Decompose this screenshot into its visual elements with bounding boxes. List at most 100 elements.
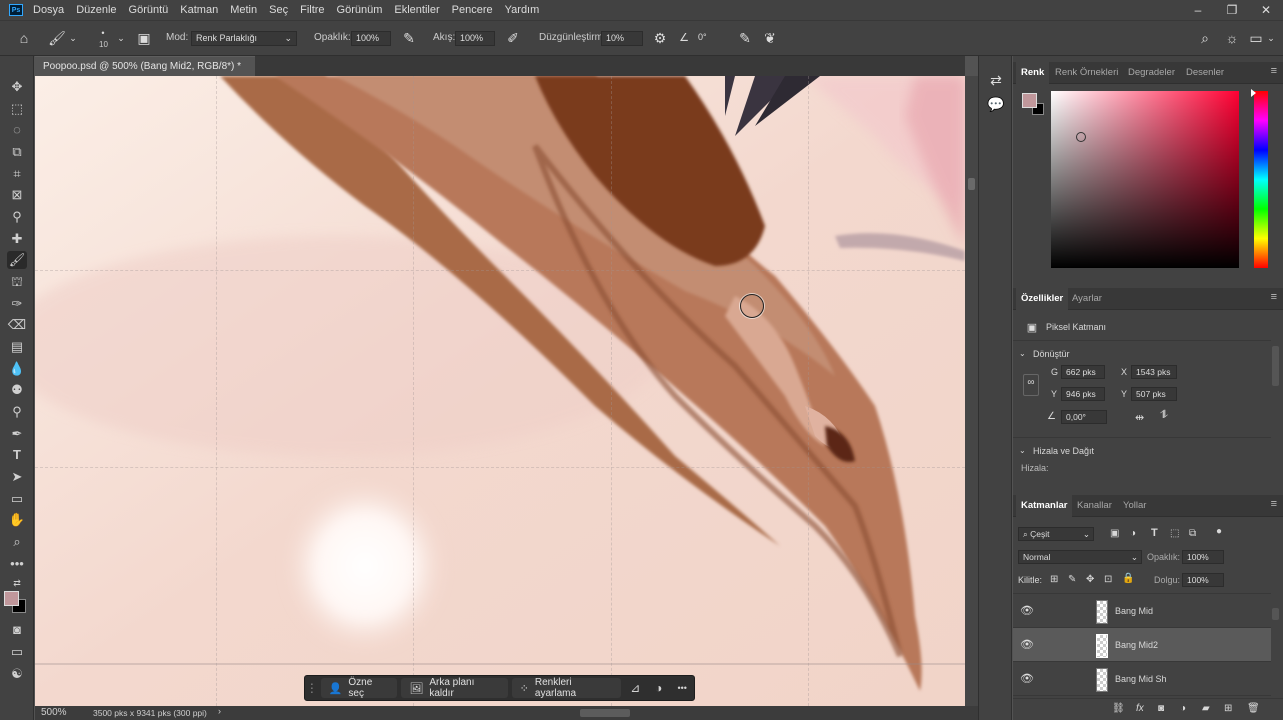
width-field[interactable]: 662 pks [1061,365,1105,379]
layer-row-selected[interactable]: 👁 Bang Mid2 [1013,628,1271,662]
lightbulb-icon[interactable]: ☼ [1224,30,1240,46]
vertical-scrollbar[interactable] [965,76,978,706]
adjust-icon[interactable]: ☯ [7,665,27,683]
smoothing-field[interactable]: 10% [601,31,643,46]
move-tool-icon[interactable]: ✥ [7,78,27,96]
brush-tool-icon[interactable]: 🖌 [7,251,27,269]
eye-icon[interactable]: 👁 [1020,672,1034,685]
minimize-button[interactable]: – [1181,0,1215,20]
drag-handle-icon[interactable]: ⋮ [305,681,319,695]
tab-adjustments[interactable]: Ayarlar [1067,288,1107,310]
tab-paths[interactable]: Yollar [1118,495,1151,517]
color-field[interactable] [1051,91,1239,268]
screen-mode-icon[interactable]: ▭ [7,643,27,661]
comments-icon[interactable]: 💬 [987,96,1005,112]
zoom-tool-icon[interactable]: ⌕ [7,533,27,551]
angle-field[interactable]: 0,00° [1061,410,1107,424]
lock-artboard-icon[interactable]: ⊡ [1104,574,1112,585]
tab-patterns[interactable]: Desenler [1181,62,1229,84]
restore-button[interactable]: ❐ [1215,0,1249,20]
mask-icon[interactable]: ◙ [1158,703,1164,714]
menu-select[interactable]: Seç [263,4,294,16]
menu-image[interactable]: Görüntü [123,4,175,16]
tab-layers[interactable]: Katmanlar [1016,495,1073,517]
menu-plugins[interactable]: Eklentiler [388,4,445,16]
close-button[interactable]: ✕ [1249,0,1283,20]
fx-icon[interactable]: fx [1136,703,1144,714]
adjust-colors-button[interactable]: ⁘ Renkleri ayarlama [511,677,622,699]
foreground-color-swatch[interactable] [4,591,19,606]
hue-slider[interactable] [1251,89,1268,268]
filter-adjustment-icon[interactable]: ◑ [1130,528,1136,539]
eye-icon[interactable]: 👁 [1020,604,1034,617]
type-tool-icon[interactable]: T [7,446,27,464]
align-section-title[interactable]: Hizala ve Dağıt [1033,446,1094,456]
adjustment-icon[interactable]: ◑ [1180,703,1186,714]
pressure-opacity-icon[interactable]: ✎ [401,30,417,46]
object-select-tool-icon[interactable]: ⧉ [7,143,27,161]
link-icon[interactable]: ⛓ [1112,703,1125,714]
symmetry-icon[interactable]: ❦ [762,30,778,46]
chevron-down-icon[interactable]: ⌄ [68,30,78,46]
blend-mode-select[interactable]: Normal ⌄ [1018,550,1142,564]
hand-tool-icon[interactable]: ✋ [7,511,27,529]
tab-swatches[interactable]: Renk Örnekleri [1050,62,1123,84]
eraser-tool-icon[interactable]: ⌫ [7,316,27,334]
clone-stamp-tool-icon[interactable]: ⛫ [7,273,27,291]
lasso-tool-icon[interactable]: ◌ [7,121,27,139]
default-colors-icon[interactable]: ⇄ [7,574,27,592]
hue-slider-handle[interactable] [1251,89,1256,97]
menu-type[interactable]: Metin [224,4,263,16]
tab-properties[interactable]: Özellikler [1016,288,1069,310]
select-subject-button[interactable]: 👤 Özne seç [320,677,398,699]
new-layer-icon[interactable]: ⊞ [1224,703,1232,714]
layer-opacity-field[interactable]: 100% [1182,550,1224,564]
scroll-thumb[interactable] [968,178,975,190]
path-select-tool-icon[interactable]: ➤ [7,468,27,486]
flip-vertical-icon[interactable]: ⥮ [1160,409,1168,422]
tab-channels[interactable]: Kanallar [1072,495,1117,517]
more-options-icon[interactable]: ••• [670,683,694,693]
frame-tool-icon[interactable]: ⊠ [7,186,27,204]
filter-type-icon[interactable]: T [1151,527,1158,539]
filter-smart-icon[interactable]: ⧉ [1189,528,1196,539]
link-icon[interactable]: ∞ [1023,374,1039,396]
search-icon[interactable]: ⌕ [1197,30,1213,46]
menu-layer[interactable]: Katman [174,4,224,16]
lock-transparent-icon[interactable]: ⊞ [1050,574,1058,585]
filter-toggle-icon[interactable]: ● [1216,526,1222,537]
more-tools-icon[interactable]: ••• [7,555,27,573]
info-arrow-icon[interactable]: › [218,706,221,716]
x-field[interactable]: 1543 pks [1131,365,1177,379]
tab-gradients[interactable]: Degradeler [1123,62,1180,84]
mode-select[interactable]: Renk Parlaklığı ⌄ [191,31,297,46]
foreground-color-swatch[interactable] [1022,93,1037,108]
folder-icon[interactable]: ▰ [1202,703,1210,714]
menu-window[interactable]: Pencere [446,4,499,16]
workspace-icon[interactable]: ▭ [1248,30,1264,46]
eye-icon[interactable]: 👁 [1020,638,1034,651]
brush-panel-icon[interactable]: ▣ [136,30,152,46]
marquee-tool-icon[interactable]: ⬚ [7,100,27,118]
document-tab[interactable]: Poopoo.psd @ 500% (Bang Mid2, RGB/8*) * … [35,56,255,92]
airbrush-icon[interactable]: ✐ [505,30,521,46]
fill-field[interactable]: 100% [1182,573,1224,587]
trash-icon[interactable]: 🗑 [1247,703,1260,714]
burn-tool-icon[interactable]: ⚲ [7,403,27,421]
lock-position-icon[interactable]: ✥ [1086,574,1094,585]
zoom-level[interactable]: 500% [41,707,67,718]
flip-horizontal-icon[interactable]: ⇹ [1135,411,1144,424]
layers-scrollbar[interactable] [1272,608,1279,620]
brush-tip-icon[interactable]: • [96,25,110,41]
menu-filter[interactable]: Filtre [294,4,330,16]
tab-color[interactable]: Renk [1016,62,1050,84]
healing-brush-tool-icon[interactable]: ✚ [7,230,27,248]
opacity-field[interactable]: 100% [351,31,391,46]
blur-tool-icon[interactable]: 💧 [7,360,27,378]
lock-pixels-icon[interactable]: ✎ [1068,574,1076,585]
chevron-down-icon[interactable]: ⌄ [1019,446,1026,455]
layer-filter-select[interactable]: ⌕ Çeşit ⌄ [1018,527,1094,541]
menu-help[interactable]: Yardım [499,4,546,16]
angle-field[interactable]: 0° [694,31,724,46]
eyedropper-tool-icon[interactable]: ⚲ [7,208,27,226]
